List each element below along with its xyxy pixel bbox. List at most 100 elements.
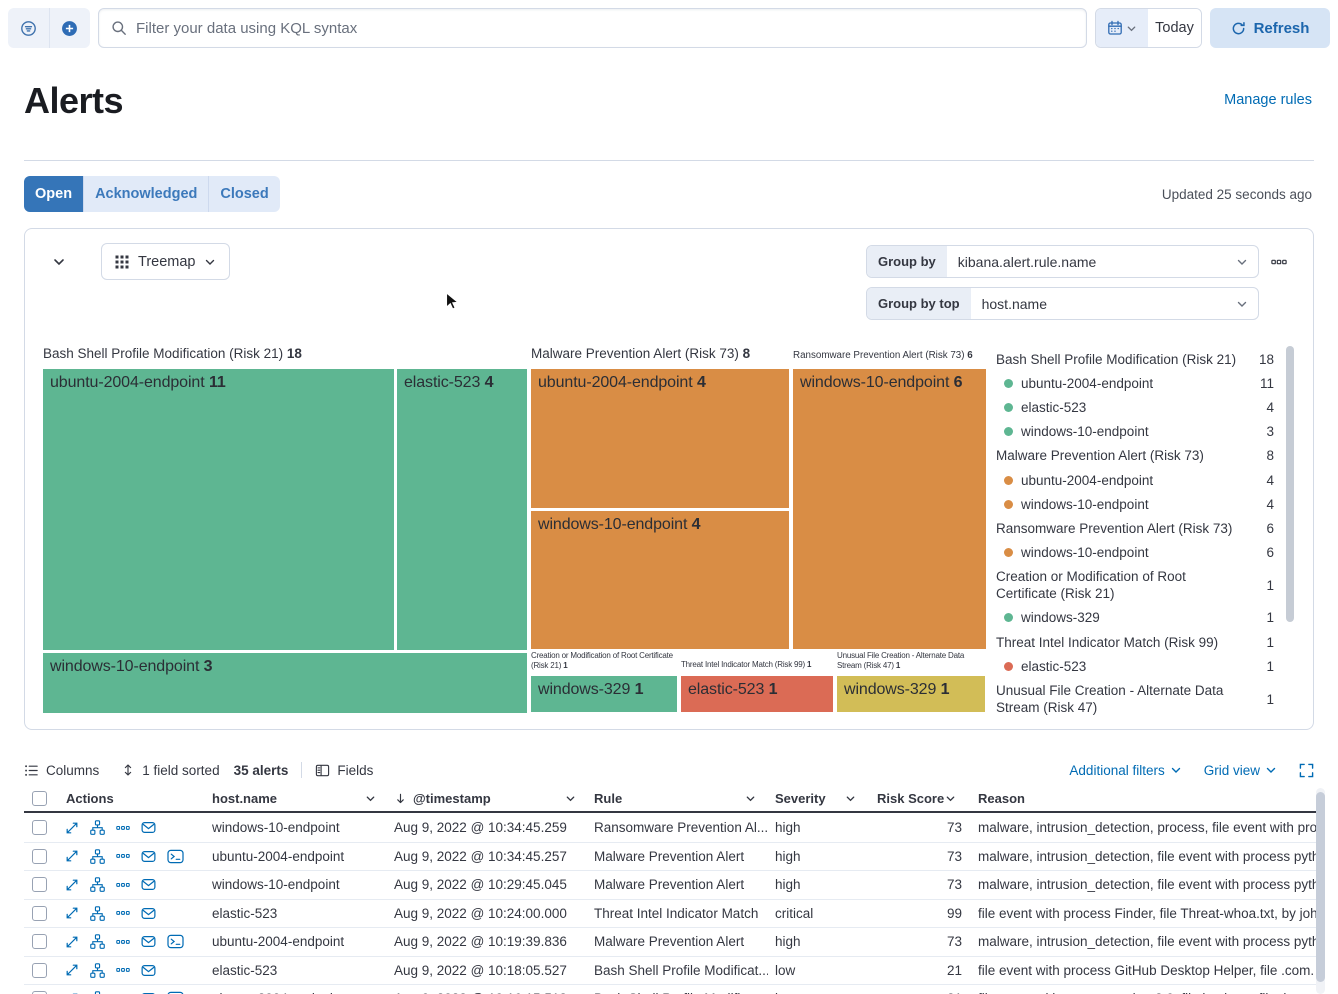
column-header-rule[interactable]: Rule [588,786,768,811]
sorted-fields-button[interactable]: 1 field sorted [121,763,219,778]
investigate-icon[interactable] [141,820,156,835]
more-actions-icon[interactable] [116,963,130,977]
tab-acknowledged[interactable]: Acknowledged [83,176,208,212]
legend-item[interactable]: windows-10-endpoint3 [996,420,1274,444]
legend-item[interactable]: Threat Intel Indicator Match (Risk 99)1 [996,630,1274,654]
today-label: Today [1155,20,1194,36]
analyze-event-icon[interactable] [90,934,105,949]
analyze-event-icon[interactable] [90,906,105,921]
date-quick-select-button[interactable] [1096,9,1148,47]
collapse-panel-button[interactable] [51,253,67,270]
investigate-icon[interactable] [141,906,156,921]
alert-table-row: elastic-523Aug 9, 2022 @ 10:18:05.527Bas… [24,957,1318,986]
grid-view-button[interactable]: Grid view [1204,763,1277,778]
legend-dot [1004,613,1013,622]
add-filter-button[interactable] [49,8,91,48]
fields-button[interactable]: Fields [315,763,373,778]
analyze-event-icon[interactable] [90,849,105,864]
column-header-host-name[interactable]: host.name [200,786,388,811]
session-view-icon[interactable] [167,934,184,949]
treemap-cell[interactable]: windows-329 1 [531,676,677,712]
treemap-cell[interactable]: windows-10-endpoint 4 [531,511,789,649]
more-actions-icon[interactable] [116,935,130,949]
columns-button[interactable]: Columns [24,763,99,778]
row-checkbox[interactable] [32,849,47,864]
treemap-cell[interactable]: windows-10-endpoint 3 [43,653,527,713]
kql-search-input[interactable]: Filter your data using KQL syntax [98,8,1087,48]
column-header-severity[interactable]: Severity [768,786,868,811]
treemap-cell[interactable]: windows-329 1 [837,676,985,712]
manage-rules-link[interactable]: Manage rules [1224,92,1312,108]
treemap-cell[interactable]: ubuntu-2004-endpoint 4 [531,369,789,508]
column-header-timestamp[interactable]: @timestamp [388,786,588,811]
legend-item[interactable]: windows-10-endpoint4 [996,492,1274,516]
refresh-icon [1231,21,1246,36]
legend-item[interactable]: Creation or Modification of Root Certifi… [996,565,1274,606]
treemap-cell[interactable]: elastic-523 1 [681,676,833,712]
more-actions-icon[interactable] [116,878,130,892]
updated-status-text: Updated 25 seconds ago [1162,187,1312,202]
tab-open[interactable]: Open [24,176,83,212]
more-actions-icon[interactable] [116,849,130,863]
chart-type-select[interactable]: Treemap [101,243,230,280]
row-checkbox[interactable] [32,934,47,949]
investigate-icon[interactable] [141,963,156,978]
fields-label: Fields [337,763,373,778]
legend-item[interactable]: Unusual File Creation - Alternate Data S… [996,678,1274,716]
treemap-cell[interactable]: elastic-523 4 [397,369,527,650]
expand-alert-icon[interactable] [65,821,79,835]
grid-view-label: Grid view [1204,763,1260,778]
expand-alert-icon[interactable] [65,878,79,892]
fullscreen-button[interactable] [1299,762,1314,778]
investigate-icon[interactable] [141,934,156,949]
columns-label: Columns [46,763,99,778]
rule-cell: Malware Prevention Alert [588,877,768,892]
group-by-top-select[interactable]: host.name [971,288,1236,319]
group-by-select[interactable]: kibana.alert.rule.name [947,246,1236,277]
row-checkbox[interactable] [32,820,47,835]
today-button[interactable]: Today [1148,9,1201,47]
legend-item[interactable]: ubuntu-2004-endpoint4 [996,468,1274,492]
treemap-group-label: Creation or Modification of Root Certifi… [531,651,679,671]
treemap-cell[interactable]: ubuntu-2004-endpoint 11 [43,369,394,650]
session-view-icon[interactable] [167,849,184,864]
expand-alert-icon[interactable] [65,906,79,920]
tab-closed[interactable]: Closed [208,176,279,212]
grid-scrollbar-thumb[interactable] [1316,792,1325,982]
legend-item[interactable]: windows-10-endpoint6 [996,541,1274,565]
more-actions-icon[interactable] [116,906,130,920]
analyze-event-icon[interactable] [90,820,105,835]
legend-label: windows-10-endpoint [1021,544,1248,561]
legend-item[interactable]: elastic-5231 [996,654,1274,678]
more-actions-icon[interactable] [116,821,130,835]
analyze-event-icon[interactable] [90,877,105,892]
row-checkbox[interactable] [32,877,47,892]
legend-item[interactable]: Bash Shell Profile Modification (Risk 21… [996,347,1274,371]
analyze-event-icon[interactable] [90,963,105,978]
investigate-icon[interactable] [141,849,156,864]
toolbar-divider [301,762,302,778]
row-checkbox[interactable] [32,963,47,978]
chevron-down-icon [565,793,576,804]
saved-queries-button[interactable] [8,8,49,48]
legend-item[interactable]: Malware Prevention Alert (Risk 73)8 [996,444,1274,468]
expand-alert-icon[interactable] [65,963,79,977]
legend-item[interactable]: Ransomware Prevention Alert (Risk 73)6 [996,516,1274,540]
select-all-checkbox[interactable] [32,791,47,806]
expand-alert-icon[interactable] [65,935,79,949]
legend-item[interactable]: windows-3291 [996,606,1274,630]
legend-item[interactable]: ubuntu-2004-endpoint11 [996,371,1274,395]
treemap-cell[interactable]: windows-10-endpoint 6 [793,369,986,649]
column-header-risk-score[interactable]: Risk Score [868,786,968,811]
investigate-icon[interactable] [141,877,156,892]
risk-score-cell: 73 [868,849,968,864]
additional-filters-button[interactable]: Additional filters [1069,763,1181,778]
column-header-reason[interactable]: Reason [968,786,1318,811]
expand-alert-icon[interactable] [65,849,79,863]
risk-score-cell: 99 [868,906,968,921]
legend-scrollbar[interactable] [1286,346,1294,622]
legend-item[interactable]: elastic-5234 [996,395,1274,419]
panel-options-button[interactable] [1271,253,1287,270]
refresh-button[interactable]: Refresh [1210,8,1330,48]
row-checkbox[interactable] [32,906,47,921]
